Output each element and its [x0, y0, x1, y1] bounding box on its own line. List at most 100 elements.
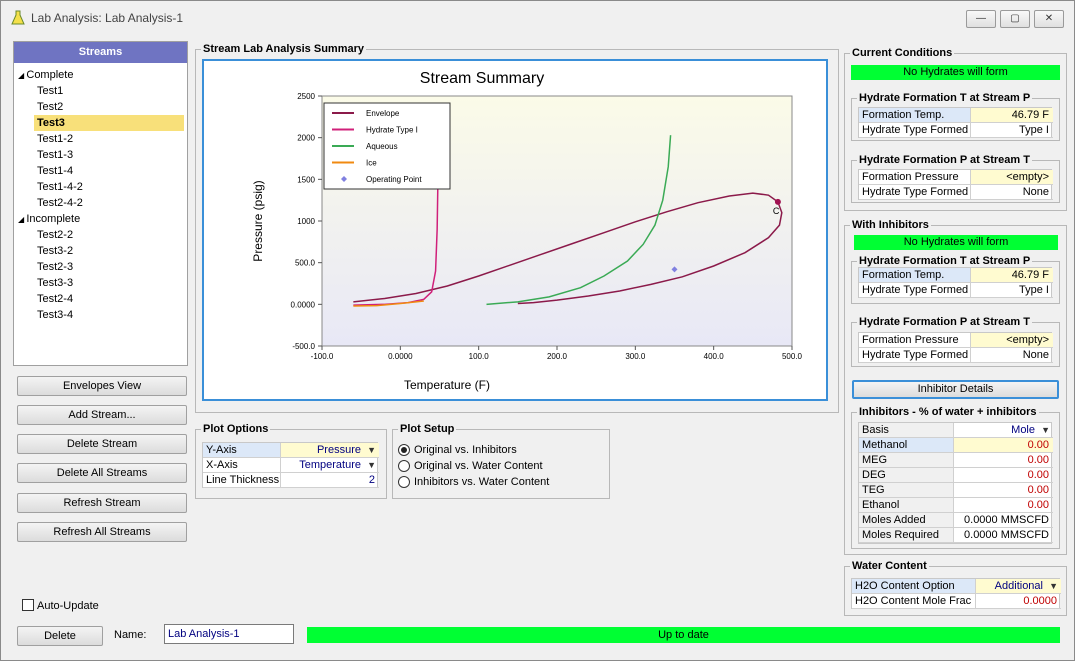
- auto-update-checkbox[interactable]: [22, 599, 34, 611]
- inhib-hydrate-type-p-value: None: [971, 348, 1053, 363]
- refresh-stream-button[interactable]: Refresh Stream: [17, 493, 187, 513]
- status-bar: Up to date: [307, 627, 1060, 643]
- radio-original-vs-inhibitors-label[interactable]: Original vs. Inhibitors: [414, 444, 517, 456]
- radio-original-vs-inhibitors[interactable]: [398, 444, 410, 456]
- tree-item-test2-4[interactable]: Test2-4: [34, 291, 184, 307]
- current-formation-temp-value[interactable]: 46.79 F: [971, 108, 1053, 123]
- current-hft-grid: Formation Temp. 46.79 F Hydrate Type For…: [858, 107, 1053, 138]
- current-hydrate-type-p-row: Hydrate Type Formed None: [859, 185, 1053, 200]
- teg-value[interactable]: 0.00: [954, 483, 1053, 498]
- tree-item-test3-4[interactable]: Test3-4: [34, 307, 184, 323]
- deg-value[interactable]: 0.00: [954, 468, 1053, 483]
- radio-original-vs-water[interactable]: [398, 460, 410, 472]
- line-thickness-row[interactable]: Line Thickness 2: [203, 473, 379, 488]
- radio-inhibitors-vs-water-label[interactable]: Inhibitors vs. Water Content: [414, 476, 549, 488]
- x-axis-row[interactable]: X-Axis Temperature ▼: [203, 458, 379, 473]
- close-button[interactable]: ✕: [1034, 10, 1064, 28]
- methanol-value[interactable]: 0.00: [954, 438, 1053, 453]
- x-tick-label: 300.0: [625, 352, 646, 361]
- legend-label: Ice: [366, 159, 377, 168]
- delete-all-streams-button[interactable]: Delete All Streams: [17, 463, 187, 483]
- current-hft-title: Hydrate Formation T at Stream P: [857, 92, 1033, 104]
- tree-item-test3-3[interactable]: Test3-3: [34, 275, 184, 291]
- tree-item-test1-4-2[interactable]: Test1-4-2: [34, 179, 184, 195]
- stream-summary-chart: Stream Summary Temperature (F) Pressure (p…: [251, 70, 803, 392]
- inhib-formation-temp-row: Formation Temp. 46.79 F: [859, 268, 1053, 283]
- current-hydrate-type-row: Hydrate Type Formed Type I: [859, 123, 1053, 138]
- h2o-option-label: H2O Content Option: [852, 579, 976, 594]
- inhibitor-details-button[interactable]: Inhibitor Details: [852, 380, 1059, 399]
- legend-label: Operating Point: [366, 175, 422, 184]
- y-axis-label: Y-Axis: [203, 443, 281, 458]
- chevron-down-icon[interactable]: ▼: [1041, 423, 1050, 438]
- tree-group-complete[interactable]: ◢ Complete: [18, 67, 73, 83]
- inhib-hfp-title: Hydrate Formation P at Stream T: [857, 316, 1032, 328]
- streams-tree[interactable]: Streams ◢ Complete Test1 Test2 Test3 Test1-2…: [13, 41, 188, 366]
- basis-label: Basis: [859, 423, 954, 438]
- refresh-all-streams-button[interactable]: Refresh All Streams: [17, 522, 187, 542]
- h2o-option-row[interactable]: H2O Content Option Additional ▼: [852, 579, 1061, 594]
- inhib-hfp-grid: Formation Pressure <empty> Hydrate Type …: [858, 332, 1053, 363]
- legend-label: Envelope: [366, 109, 400, 118]
- tree-item-test1-3[interactable]: Test1-3: [34, 147, 184, 163]
- current-formation-pressure-value[interactable]: <empty>: [971, 170, 1053, 185]
- tree-group-incomplete[interactable]: ◢ Incomplete: [18, 211, 80, 227]
- radio-inhibitors-vs-water[interactable]: [398, 476, 410, 488]
- tree-item-test2-4-2[interactable]: Test2-4-2: [34, 195, 184, 211]
- moles-required-value: 0.0000 MMSCFD: [954, 528, 1053, 543]
- minimize-icon: —: [976, 13, 986, 24]
- add-stream-button[interactable]: Add Stream...: [17, 405, 187, 425]
- envelopes-view-button[interactable]: Envelopes View: [17, 376, 187, 396]
- tree-item-test2-3[interactable]: Test2-3: [34, 259, 184, 275]
- ethanol-row[interactable]: Ethanol 0.00: [859, 498, 1053, 513]
- current-formation-pressure-label: Formation Pressure: [859, 170, 971, 185]
- inhib-hydrate-type-p-label: Hydrate Type Formed: [859, 348, 971, 363]
- radio-original-vs-water-label[interactable]: Original vs. Water Content: [414, 460, 543, 472]
- line-thickness-value[interactable]: 2: [281, 473, 379, 488]
- delete-stream-button[interactable]: Delete Stream: [17, 434, 187, 454]
- chevron-down-icon[interactable]: ▼: [367, 458, 376, 473]
- basis-row[interactable]: Basis Mole ▼: [859, 423, 1053, 438]
- y-axis-row[interactable]: Y-Axis Pressure ▼: [203, 443, 379, 458]
- teg-label: TEG: [859, 483, 954, 498]
- methanol-row[interactable]: Methanol 0.00: [859, 438, 1053, 453]
- tree-item-test3-2[interactable]: Test3-2: [34, 243, 184, 259]
- inhibitors-grid: Basis Mole ▼ Methanol 0.00 MEG 0.00 DEG …: [858, 422, 1053, 544]
- maximize-button[interactable]: ▢: [1000, 10, 1030, 28]
- inhib-formation-temp-value[interactable]: 46.79 F: [971, 268, 1053, 283]
- x-axis-value[interactable]: Temperature: [281, 458, 379, 473]
- inhibitor-hydrate-status: No Hydrates will form: [854, 235, 1058, 250]
- x-tick-label: 0.0000: [388, 352, 413, 361]
- chevron-down-icon[interactable]: ▼: [1049, 579, 1058, 594]
- inhib-hydrate-type-label: Hydrate Type Formed: [859, 283, 971, 298]
- inhib-formation-pressure-value[interactable]: <empty>: [971, 333, 1053, 348]
- teg-row[interactable]: TEG 0.00: [859, 483, 1053, 498]
- y-axis-value[interactable]: Pressure: [281, 443, 379, 458]
- current-formation-temp-row: Formation Temp. 46.79 F: [859, 108, 1053, 123]
- with-inhibitors-title: With Inhibitors: [850, 219, 931, 231]
- tree-item-test1-2[interactable]: Test1-2: [34, 131, 184, 147]
- current-hfp-grid: Formation Pressure <empty> Hydrate Type …: [858, 169, 1053, 200]
- title-bar: Lab Analysis: Lab Analysis-1 — ▢ ✕: [1, 1, 1074, 31]
- h2o-frac-value[interactable]: 0.0000: [976, 594, 1061, 609]
- tree-item-test2-2[interactable]: Test2-2: [34, 227, 184, 243]
- ethanol-value[interactable]: 0.00: [954, 498, 1053, 513]
- meg-label: MEG: [859, 453, 954, 468]
- basis-value[interactable]: Mole: [954, 423, 1053, 438]
- chevron-down-icon[interactable]: ▼: [367, 443, 376, 458]
- name-input[interactable]: Lab Analysis-1: [164, 624, 294, 644]
- meg-value[interactable]: 0.00: [954, 453, 1053, 468]
- tree-item-test2[interactable]: Test2: [34, 99, 184, 115]
- delete-button[interactable]: Delete: [17, 626, 103, 646]
- h2o-frac-label: H2O Content Mole Frac: [852, 594, 976, 609]
- tree-item-test1[interactable]: Test1: [34, 83, 184, 99]
- water-content-title: Water Content: [850, 560, 929, 572]
- meg-row[interactable]: MEG 0.00: [859, 453, 1053, 468]
- tree-item-test3[interactable]: Test3: [34, 115, 184, 131]
- tree-item-test1-4[interactable]: Test1-4: [34, 163, 184, 179]
- h2o-frac-row[interactable]: H2O Content Mole Frac 0.0000: [852, 594, 1061, 609]
- minimize-button[interactable]: —: [966, 10, 996, 28]
- ethanol-label: Ethanol: [859, 498, 954, 513]
- deg-row[interactable]: DEG 0.00: [859, 468, 1053, 483]
- inhib-hft-title: Hydrate Formation T at Stream P: [857, 255, 1033, 267]
